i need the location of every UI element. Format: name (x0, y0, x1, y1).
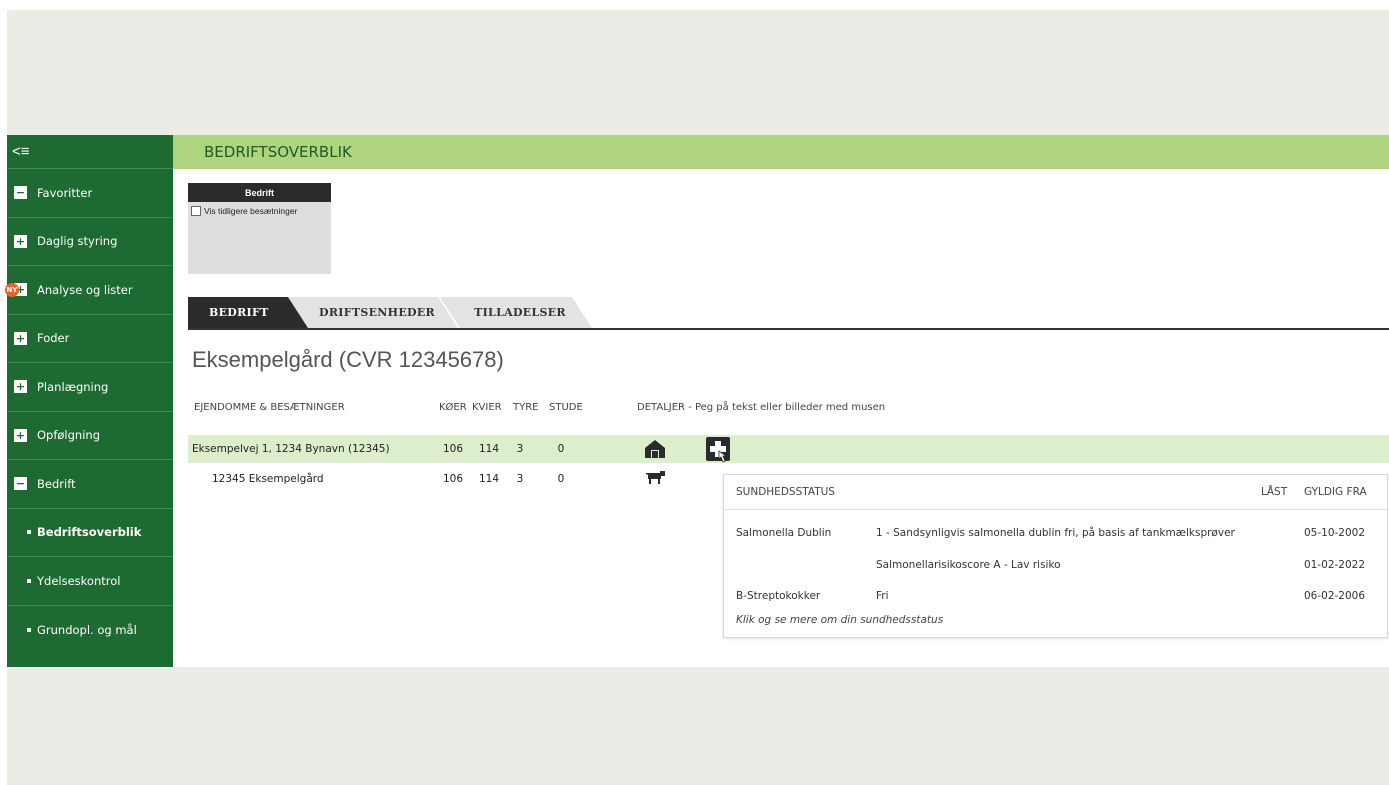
bullet-icon (27, 530, 31, 535)
cow-icon[interactable] (646, 470, 666, 484)
sidebar-item-daglig-styring[interactable]: + Daglig styring (7, 218, 173, 266)
sidebar-item-label: Opfølgning (37, 428, 101, 443)
table-row[interactable]: Eksempelvej 1, 1234 Bynavn (12345) 106 1… (188, 435, 1389, 463)
show-previous-herds-checkbox[interactable]: Vis tidligere besætninger (188, 202, 331, 220)
collapse-icon: − (14, 186, 27, 200)
tab-driftsenheder[interactable]: DRIFTSENHEDER (288, 297, 458, 328)
disease-name: Salmonella Dublin (736, 527, 832, 539)
sidebar-item-favoritter[interactable]: − Favoritter (7, 169, 173, 218)
sidebar-item-label: Bedrift (37, 476, 76, 491)
expand-icon: + (14, 428, 27, 442)
tab-label: DRIFTSENHEDER (319, 306, 435, 319)
bullet-icon (27, 578, 31, 583)
koer-value: 106 (442, 473, 464, 485)
valid-from-date: 06-02-2006 (1304, 590, 1366, 602)
sidebar-item-opfoelgning[interactable]: + Opfølgning (7, 412, 173, 460)
tab-label: BEDRIFT (209, 306, 269, 319)
barn-icon[interactable] (643, 439, 667, 459)
sidebar-subitem-label: Grundopl. og mål (37, 622, 137, 637)
tyre-value: 3 (516, 473, 524, 485)
health-status-text: 1 - Sandsynligvis salmonella dublin fri,… (876, 527, 1235, 539)
column-header-valid-from: GYLDIG FRA (1304, 486, 1367, 498)
health-status-popup: SUNDHEDSSTATUS LÅST GYLDIG FRA Salmonell… (723, 474, 1388, 638)
expand-icon: + (14, 380, 27, 394)
column-header-stude: STUDE (549, 402, 583, 413)
app-window: <≡ − Favoritter + Daglig styring NY + An… (5, 135, 1389, 667)
sidebar-subitem-label: Bedriftsoverblik (37, 525, 142, 540)
health-status-more-link[interactable]: Klik og se mere om din sundhedsstatus (736, 614, 943, 626)
sidebar-collapse-toggle[interactable]: <≡ (7, 135, 173, 169)
koer-value: 106 (442, 443, 464, 455)
expand-icon: + (14, 234, 27, 248)
menu-collapse-icon[interactable]: <≡ (12, 143, 30, 160)
checkbox-label: Vis tidligere besætninger (204, 206, 298, 216)
sidebar-item-label: Planlægning (37, 379, 109, 394)
sidebar-item-label: Daglig styring (37, 234, 118, 249)
tab-tilladelser[interactable]: TILLADELSER (440, 297, 592, 328)
kvier-value: 114 (478, 443, 500, 455)
sidebar-item-analyse-og-lister[interactable]: NY + Analyse og lister (5, 266, 173, 315)
sidebar-item-label: Analyse og lister (37, 282, 133, 297)
column-header-property: EJENDOMME & BESÆTNINGER (194, 402, 345, 413)
health-status-text: Salmonellarisikoscore A - Lav risiko (876, 559, 1061, 571)
valid-from-date: 01-02-2022 (1304, 559, 1366, 571)
health-status-text: Fri (876, 590, 889, 602)
column-header-locked: LÅST (1261, 486, 1288, 498)
bullet-icon (27, 627, 31, 632)
sidebar-subitem-grundopl[interactable]: Grundopl. og mål (7, 606, 173, 655)
divider (724, 509, 1387, 510)
sidebar: <≡ − Favoritter + Daglig styring NY + An… (5, 135, 173, 667)
popup-header: SUNDHEDSSTATUS (736, 486, 835, 498)
page-title: BEDRIFTSOVERBLIK (173, 135, 1389, 169)
checkbox[interactable] (191, 206, 201, 216)
tab-label: TILLADELSER (474, 306, 566, 319)
column-header-details: DETALJER - Peg på tekst eller billeder m… (637, 402, 886, 413)
farm-title: Eksempelgård (CVR 12345678) (192, 347, 504, 372)
valid-from-date: 05-10-2002 (1304, 527, 1366, 539)
kvier-value: 114 (478, 473, 500, 485)
sidebar-item-foder[interactable]: + Foder (7, 315, 173, 363)
sidebar-item-planlaegning[interactable]: + Planlægning (7, 363, 173, 412)
health-cross-icon[interactable] (706, 437, 732, 463)
sidebar-item-label: Foder (37, 331, 70, 346)
sidebar-item-bedrift[interactable]: − Bedrift (7, 460, 173, 509)
property-name[interactable]: Eksempelvej 1, 1234 Bynavn (12345) (192, 443, 390, 455)
disease-name: B-Streptokokker (736, 590, 821, 602)
tab-bedrift[interactable]: BEDRIFT (188, 297, 308, 328)
column-header-kvier: KVIER (472, 402, 502, 413)
stude-value: 0 (557, 443, 565, 455)
collapse-icon: − (14, 477, 27, 491)
sidebar-subitem-label: Ydelseskontrol (37, 573, 121, 588)
stude-value: 0 (557, 473, 565, 485)
new-badge: NY (5, 283, 19, 297)
sidebar-subitem-ydelseskontrol[interactable]: Ydelseskontrol (7, 557, 173, 606)
filter-panel: Bedrift Vis tidligere besætninger (188, 183, 331, 274)
column-header-tyre: TYRE (513, 402, 539, 413)
tab-bar: TILLADELSER DRIFTSENHEDER BEDRIFT (188, 297, 1389, 330)
tyre-value: 3 (516, 443, 524, 455)
expand-icon: + (14, 331, 27, 345)
herd-name[interactable]: 12345 Eksempelgård (212, 473, 324, 485)
filter-title: Bedrift (188, 183, 331, 202)
column-header-koer: KØER (439, 402, 467, 413)
sidebar-subitem-bedriftsoverblik[interactable]: Bedriftsoverblik (7, 509, 173, 557)
sidebar-item-label: Favoritter (37, 185, 93, 200)
